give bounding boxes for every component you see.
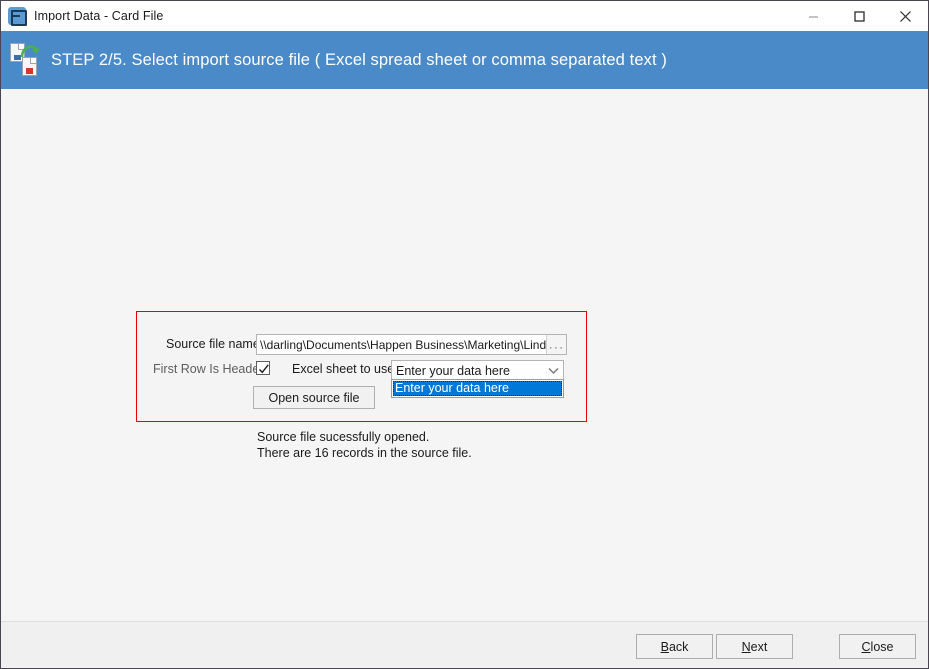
excel-sheet-to-use-label: Excel sheet to use (292, 362, 395, 376)
import-data-window: Import Data - Card File STEP 2/5. Select… (0, 0, 929, 669)
first-row-is-header-checkbox[interactable] (256, 361, 270, 375)
source-file-name-input[interactable]: \\darling\Documents\Happen Business\Mark… (256, 334, 567, 355)
step-banner: STEP 2/5. Select import source file ( Ex… (1, 31, 928, 89)
banner-title: STEP 2/5. Select import source file ( Ex… (51, 50, 667, 69)
status-line-1: Source file sucessfully opened. (257, 430, 430, 444)
close-rest: lose (870, 639, 894, 654)
import-documents-icon (9, 41, 41, 79)
title-bar: Import Data - Card File (1, 1, 928, 31)
back-button[interactable]: Back (636, 634, 713, 659)
status-line-2: There are 16 records in the source file. (257, 446, 472, 460)
next-accel: N (741, 639, 751, 654)
close-accel: C (861, 639, 871, 654)
green-arrow-icon (20, 45, 40, 58)
window-title: Import Data - Card File (34, 9, 164, 23)
close-button[interactable]: Close (839, 634, 916, 659)
chevron-down-icon[interactable] (544, 361, 563, 380)
back-rest: ack (668, 639, 689, 654)
checkmark-icon (259, 364, 269, 374)
next-button[interactable]: Next (716, 634, 793, 659)
next-rest: ext (750, 639, 768, 654)
first-row-is-header-label: First Row Is Header (153, 362, 264, 376)
content-area: Source file name \\darling\Documents\Hap… (1, 89, 928, 621)
excel-sheet-combobox[interactable]: Enter your data here (391, 360, 564, 381)
source-file-name-value: \\darling\Documents\Happen Business\Mark… (260, 337, 546, 352)
open-source-file-button[interactable]: Open source file (253, 386, 375, 409)
excel-sheet-selected-value: Enter your data here (396, 363, 510, 378)
footer-bar: Back Next Close (1, 621, 928, 668)
source-file-name-label: Source file name (166, 337, 260, 351)
browse-file-button[interactable]: ··· (546, 335, 566, 354)
back-accel: B (660, 639, 669, 654)
excel-sheet-dropdown-list[interactable]: Enter your data here (391, 379, 564, 398)
maximize-icon[interactable] (836, 1, 882, 31)
minimize-icon[interactable] (790, 1, 836, 31)
close-icon[interactable] (882, 1, 928, 31)
window-controls (790, 1, 928, 31)
app-database-icon (8, 7, 27, 26)
dropdown-option[interactable]: Enter your data here (393, 381, 562, 396)
status-message: Source file sucessfully opened. There ar… (257, 429, 472, 461)
